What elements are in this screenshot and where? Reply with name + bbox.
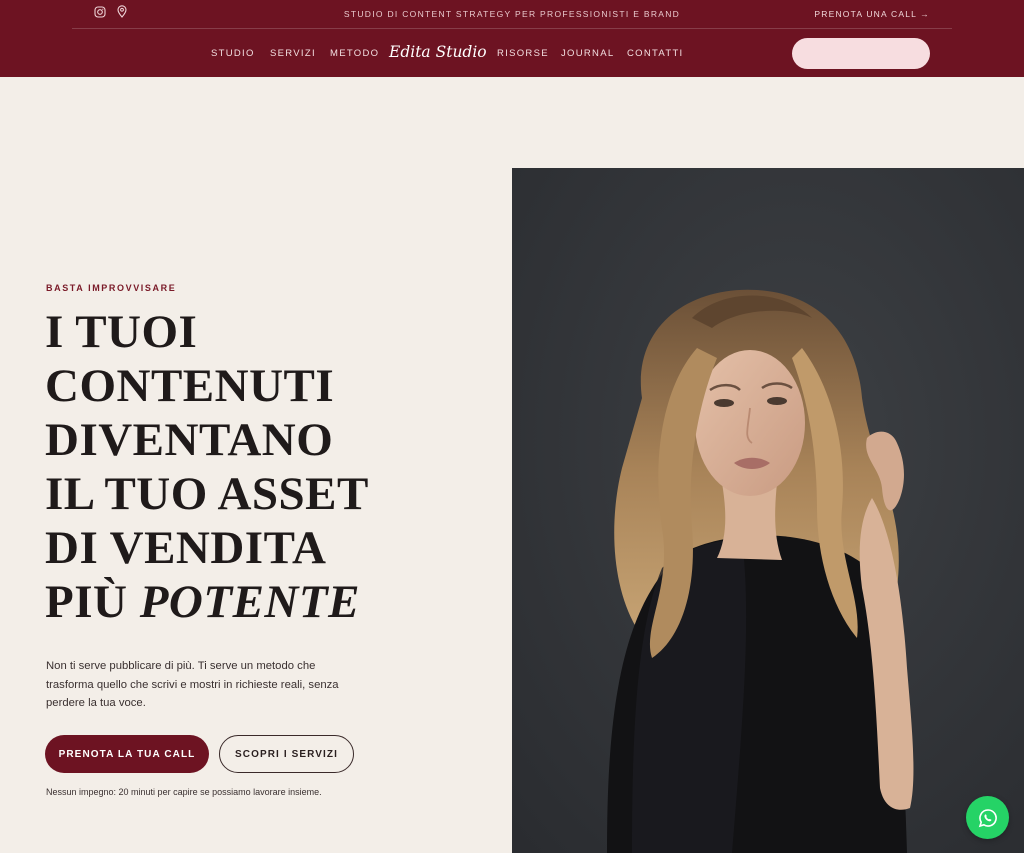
hero-note: Nessun impegno: 20 minuti per capire se … xyxy=(46,787,322,797)
hero-photo xyxy=(512,168,1024,853)
brand-logo[interactable]: Edita Studio xyxy=(389,43,487,61)
headline-line: il tuo asset xyxy=(45,468,369,520)
main-nav: Studio Servizi Metodo Edita Studio Risor… xyxy=(0,38,1024,70)
site-header: Studio di content strategy per professio… xyxy=(0,0,1024,77)
portrait-illustration xyxy=(512,168,1024,853)
top-bar: Studio di content strategy per professio… xyxy=(72,0,952,29)
book-call-button[interactable]: Prenota la tua call xyxy=(45,735,209,773)
headline-line: contenuti xyxy=(45,360,335,412)
nav-item-risorse[interactable]: Risorse xyxy=(497,48,549,59)
headline-line: diventano xyxy=(45,414,334,466)
headline-line: di vendita xyxy=(45,522,327,574)
hero-headline: I tuoi contenuti diventano il tuo asset … xyxy=(45,305,485,629)
nav-item-servizi[interactable]: Servizi xyxy=(270,48,316,59)
headline-line: I tuoi xyxy=(45,306,198,358)
headline-emphasis: potente xyxy=(139,576,360,628)
discover-services-button[interactable]: Scopri i servizi xyxy=(219,735,354,773)
hero-lead: Non ti serve pubblicare di più. Ti serve… xyxy=(46,660,339,710)
nav-item-contatti[interactable]: Contatti xyxy=(627,48,684,59)
nav-cta-button[interactable] xyxy=(792,38,930,69)
book-call-link[interactable]: PRENOTA UNA CALL → xyxy=(814,9,930,19)
nav-item-metodo[interactable]: Metodo xyxy=(330,48,379,59)
whatsapp-icon xyxy=(978,808,997,827)
nav-item-journal[interactable]: Journal xyxy=(561,48,614,59)
hero-kicker: Basta improvvisare xyxy=(46,283,177,293)
headline-prefix: più xyxy=(45,576,140,628)
whatsapp-button[interactable] xyxy=(966,796,1009,839)
nav-item-studio[interactable]: Studio xyxy=(211,48,255,59)
headline-last-line: più potente xyxy=(45,575,485,629)
